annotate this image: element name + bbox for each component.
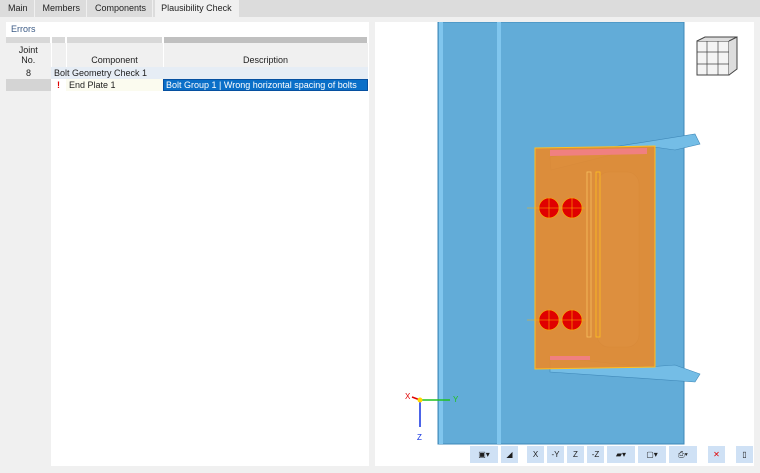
view-neg-y-button[interactable]: -Y xyxy=(547,446,564,463)
wireframe-button[interactable]: ▢▾ xyxy=(638,446,666,463)
display-mode-button[interactable]: ▰▾ xyxy=(607,446,635,463)
3d-model-view[interactable]: X Y Z xyxy=(375,22,754,446)
axis-y-label: Y xyxy=(453,395,459,404)
view-cube-icon xyxy=(696,36,738,76)
joint-number: 8 xyxy=(6,67,51,79)
tab-main[interactable]: Main xyxy=(2,0,35,17)
3d-view-panel: X Y Z ▣▾ ◢ X -Y Z -Z ▰▾ ▢▾ ⎙▾ ✕ ▯ xyxy=(375,22,754,466)
print-button[interactable]: ⎙▾ xyxy=(669,446,697,463)
group-label: Bolt Geometry Check 1 xyxy=(51,67,368,79)
header-icon xyxy=(51,43,67,67)
table-row-group[interactable]: 8 Bolt Geometry Check 1 xyxy=(6,67,368,79)
error-icon: ! xyxy=(57,80,60,90)
view-toolbar: ▣▾ ◢ X -Y Z -Z ▰▾ ▢▾ ⎙▾ ✕ ▯ xyxy=(470,446,753,463)
clear-errors-button[interactable]: ✕ xyxy=(708,446,725,463)
description-cell[interactable]: Bolt Group 1 | Wrong horizontal spacing … xyxy=(163,79,368,91)
tab-components[interactable]: Components xyxy=(89,0,154,17)
panel-title: Errors xyxy=(11,24,36,34)
errors-table: Joint No. Component Description 8 Bolt G… xyxy=(6,37,369,91)
render-options-button[interactable]: ◢ xyxy=(501,446,518,463)
tab-bar: Main Members Components Plausibility Che… xyxy=(0,0,760,17)
header-joint-no[interactable]: Joint No. xyxy=(6,43,52,67)
tab-plausibility-check[interactable]: Plausibility Check xyxy=(155,0,239,17)
view-options-button[interactable]: ▣▾ xyxy=(470,446,498,463)
table-row[interactable]: ! End Plate 1 Bolt Group 1 | Wrong horiz… xyxy=(6,79,368,91)
tab-members[interactable]: Members xyxy=(37,0,88,17)
row-header xyxy=(6,79,51,91)
header-component[interactable]: Component xyxy=(66,43,164,67)
errors-panel: Errors Joint No. Component Description 8… xyxy=(6,22,369,466)
export-button[interactable]: ▯ xyxy=(736,446,753,463)
view-x-button[interactable]: X xyxy=(527,446,544,463)
joint-column-bg xyxy=(6,37,51,466)
view-iso-button[interactable]: -Z xyxy=(587,446,604,463)
end-plate xyxy=(534,145,656,370)
axis-z-label: Z xyxy=(417,433,422,442)
view-z-button[interactable]: Z xyxy=(567,446,584,463)
header-description[interactable]: Description xyxy=(163,43,369,67)
component-cell: End Plate 1 xyxy=(66,79,163,91)
axis-x-label: X xyxy=(405,392,411,401)
